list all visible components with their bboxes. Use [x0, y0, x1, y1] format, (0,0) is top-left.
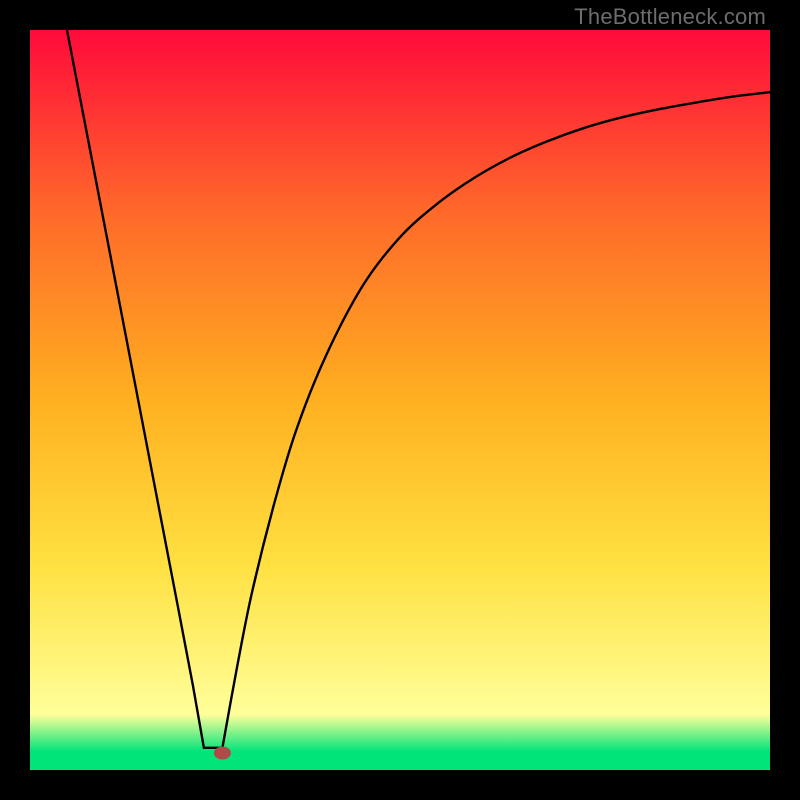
- chart-frame: [30, 30, 770, 770]
- optimum-marker: [214, 747, 230, 759]
- watermark-text: TheBottleneck.com: [574, 4, 766, 30]
- chart-background: [30, 30, 770, 770]
- bottleneck-chart: [30, 30, 770, 770]
